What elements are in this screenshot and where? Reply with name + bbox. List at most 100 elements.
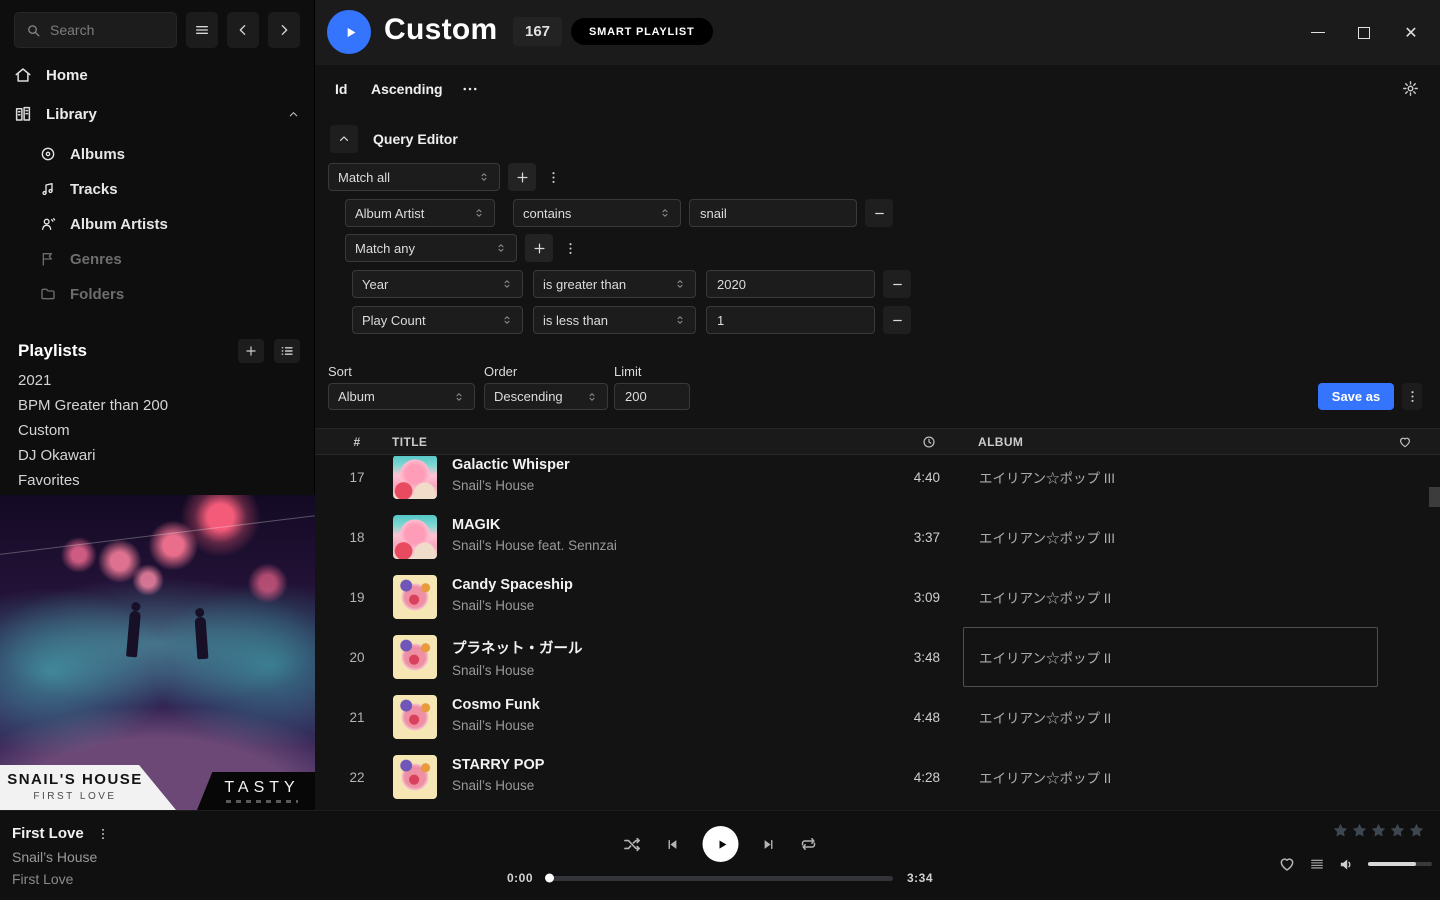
now-playing-title[interactable]: First Love: [12, 825, 84, 842]
sidebar-item-genres[interactable]: Genres: [40, 246, 300, 272]
back-button[interactable]: [227, 12, 259, 48]
previous-button[interactable]: [665, 837, 680, 852]
table-row[interactable]: 21Cosmo FunkSnail’s House4:48エイリアン☆ポップ I…: [315, 687, 1440, 747]
add-rule-button[interactable]: [508, 163, 536, 191]
track-album[interactable]: エイリアン☆ポップ II: [963, 687, 1378, 747]
sort-field-button[interactable]: Id: [335, 81, 347, 97]
track-title[interactable]: プラネット・ガール: [452, 637, 583, 658]
remove-group-rule-button[interactable]: [883, 270, 911, 298]
track-artist[interactable]: Snail’s House: [452, 718, 540, 733]
star-icon[interactable]: [1389, 822, 1406, 839]
track-title[interactable]: STARRY POP: [452, 757, 544, 773]
forward-button[interactable]: [268, 12, 300, 48]
track-album[interactable]: エイリアン☆ポップ III: [963, 456, 1378, 507]
sidebar-item-tracks[interactable]: Tracks: [40, 176, 300, 202]
shuffle-button[interactable]: [623, 835, 642, 854]
group-rule-operator-select[interactable]: is less than: [533, 306, 696, 334]
track-album[interactable]: エイリアン☆ポップ II: [963, 627, 1378, 687]
table-row[interactable]: 19Candy SpaceshipSnail’s House3:09エイリアン☆…: [315, 567, 1440, 627]
volume-icon[interactable]: [1338, 856, 1355, 873]
menu-button[interactable]: [186, 12, 218, 48]
rule-group-menu-button[interactable]: [544, 163, 562, 191]
rule-operator-select[interactable]: contains: [513, 199, 681, 227]
limit-input[interactable]: [614, 383, 690, 410]
now-playing-album[interactable]: First Love: [12, 871, 110, 887]
star-icon[interactable]: [1408, 822, 1425, 839]
repeat-button[interactable]: [800, 835, 818, 853]
track-artist[interactable]: Snail’s House: [452, 598, 573, 613]
sort-select[interactable]: Album: [328, 383, 475, 410]
table-row[interactable]: 20プラネット・ガールSnail’s House3:48エイリアン☆ポップ II: [315, 627, 1440, 687]
track-title[interactable]: Cosmo Funk: [452, 697, 540, 713]
track-album[interactable]: エイリアン☆ポップ II: [963, 747, 1378, 807]
window-minimize-button[interactable]: [1304, 20, 1332, 45]
star-icon[interactable]: [1370, 822, 1387, 839]
save-as-button[interactable]: Save as: [1318, 383, 1394, 410]
group-rule-field-select[interactable]: Year: [352, 270, 523, 298]
group-rule-value-input[interactable]: [706, 306, 875, 334]
play-pause-button[interactable]: [703, 826, 739, 862]
track-artist[interactable]: Snail’s House: [452, 778, 544, 793]
favorite-button[interactable]: [1278, 855, 1296, 873]
track-title[interactable]: MAGIK: [452, 517, 617, 533]
search-input[interactable]: Search: [14, 12, 177, 48]
track-title[interactable]: Candy Spaceship: [452, 577, 573, 593]
star-icon[interactable]: [1351, 822, 1368, 839]
track-album[interactable]: エイリアン☆ポップ III: [963, 507, 1378, 567]
playlist-item[interactable]: BPM Greater than 200: [18, 397, 300, 417]
track-artist[interactable]: Snail’s House: [452, 478, 570, 493]
window-maximize-button[interactable]: [1350, 20, 1378, 45]
queue-button[interactable]: [1309, 856, 1325, 872]
group-rule-field-select[interactable]: Play Count: [352, 306, 523, 334]
window-close-button[interactable]: ✕: [1397, 20, 1425, 45]
column-header-album[interactable]: ALBUM: [978, 429, 1023, 454]
playlist-item[interactable]: DJ Okawari: [18, 447, 300, 467]
seek-thumb[interactable]: [545, 874, 554, 883]
playlist-item[interactable]: 2021: [18, 372, 300, 392]
next-button[interactable]: [762, 837, 777, 852]
track-title[interactable]: Galactic Whisper: [452, 457, 570, 473]
now-playing-album-art[interactable]: SNAIL'S HOUSE FIRST LOVE TASTY: [0, 495, 315, 810]
play-playlist-button[interactable]: [327, 10, 371, 54]
sidebar-item-albums[interactable]: Albums: [40, 141, 300, 167]
table-row[interactable]: 22STARRY POPSnail’s House4:28エイリアン☆ポップ I…: [315, 747, 1440, 807]
query-editor-collapse-button[interactable]: [330, 125, 358, 153]
star-icon[interactable]: [1332, 822, 1349, 839]
column-header-index[interactable]: #: [333, 429, 381, 454]
seek-slider[interactable]: [547, 876, 893, 881]
collapse-library-icon[interactable]: [287, 108, 300, 121]
sidebar-item-album-artists[interactable]: Album Artists: [40, 211, 300, 237]
group-rule-operator-select[interactable]: is greater than: [533, 270, 696, 298]
now-playing-menu-button[interactable]: [96, 827, 110, 841]
rule-value-input[interactable]: [689, 199, 857, 227]
album-art-thumbnail[interactable]: [393, 695, 437, 739]
album-art-thumbnail[interactable]: [393, 456, 437, 499]
remove-group-rule-button[interactable]: [883, 306, 911, 334]
order-select[interactable]: Descending: [484, 383, 608, 410]
remove-rule-button[interactable]: [865, 199, 893, 227]
root-match-select[interactable]: Match all: [328, 163, 500, 191]
playlist-list-options-button[interactable]: [274, 339, 300, 363]
track-album[interactable]: エイリアン☆ポップ II: [963, 567, 1378, 627]
column-header-favorite[interactable]: [1398, 429, 1412, 454]
now-playing-artist[interactable]: Snail’s House: [12, 849, 110, 865]
album-art-thumbnail[interactable]: [393, 635, 437, 679]
table-row[interactable]: 17Galactic WhisperSnail’s House4:40エイリアン…: [315, 456, 1440, 507]
save-menu-button[interactable]: [1402, 383, 1422, 410]
rule-field-select[interactable]: Album Artist: [345, 199, 495, 227]
group-menu-button[interactable]: [561, 234, 579, 262]
gear-icon[interactable]: [1402, 80, 1419, 97]
more-options-button[interactable]: [461, 80, 479, 98]
album-art-thumbnail[interactable]: [393, 575, 437, 619]
sidebar-item-folders[interactable]: Folders: [40, 281, 300, 307]
sidebar-item-library[interactable]: Library: [14, 100, 300, 128]
volume-slider[interactable]: [1368, 862, 1432, 866]
column-header-duration[interactable]: [922, 429, 936, 454]
album-art-thumbnail[interactable]: [393, 515, 437, 559]
column-header-title[interactable]: TITLE: [392, 429, 427, 454]
track-artist[interactable]: Snail’s House: [452, 663, 583, 678]
add-playlist-button[interactable]: [238, 339, 264, 363]
table-row[interactable]: 18MAGIKSnail’s House feat. Sennzai3:37エイ…: [315, 507, 1440, 567]
group-match-select[interactable]: Match any: [345, 234, 517, 262]
track-artist[interactable]: Snail’s House feat. Sennzai: [452, 538, 617, 553]
